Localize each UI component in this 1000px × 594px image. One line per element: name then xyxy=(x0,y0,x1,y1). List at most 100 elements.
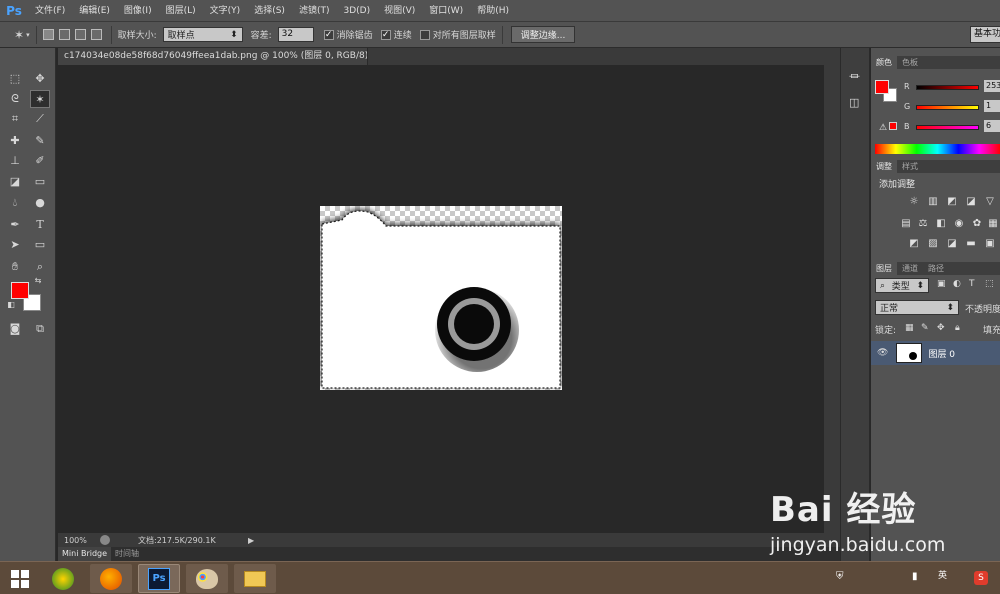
brush-tool-icon[interactable]: ✎ xyxy=(30,132,50,150)
taskbar-explorer-icon[interactable] xyxy=(234,564,276,593)
taskbar-app-360-icon[interactable] xyxy=(42,564,84,593)
eraser-tool-icon[interactable]: ◪ xyxy=(5,173,25,191)
quick-mask-icon[interactable]: ◙ xyxy=(5,320,25,338)
status-arrow-icon[interactable]: ▶ xyxy=(248,536,254,545)
default-colors-icon[interactable]: ◧ xyxy=(6,300,16,310)
menu-3d[interactable]: 3D(D) xyxy=(336,0,377,22)
screen-mode-icon[interactable]: ⧉ xyxy=(30,320,50,338)
vibrance-icon[interactable]: ▽ xyxy=(983,196,997,208)
tab-styles[interactable]: 样式 xyxy=(897,160,923,173)
history-panel-icon[interactable]: ⏛ xyxy=(849,68,860,84)
selection-mode-new-icon[interactable] xyxy=(42,29,57,40)
history-brush-tool-icon[interactable]: ✐ xyxy=(30,152,50,170)
tray-shield-icon[interactable]: ⛨ xyxy=(836,571,844,582)
brightness-contrast-icon[interactable]: ☼ xyxy=(907,196,921,208)
red-slider[interactable] xyxy=(916,85,979,90)
tab-timeline[interactable]: 时间轴 xyxy=(111,547,143,561)
blur-tool-icon[interactable]: 💧︎ xyxy=(5,194,25,212)
refine-edge-button[interactable]: 调整边缘... xyxy=(510,26,576,43)
selective-color-icon[interactable]: ▣ xyxy=(983,238,997,250)
menu-view[interactable]: 视图(V) xyxy=(377,0,422,22)
color-spectrum-bar[interactable] xyxy=(875,144,1000,154)
gradient-map-icon[interactable]: ▬ xyxy=(964,238,978,250)
black-white-icon[interactable]: ◧ xyxy=(934,218,948,230)
layer-name[interactable]: 图层 0 xyxy=(928,347,955,360)
path-selection-tool-icon[interactable]: ➤ xyxy=(5,236,25,254)
selection-mode-subtract-icon[interactable] xyxy=(74,29,89,40)
green-slider[interactable] xyxy=(916,105,979,110)
document-tab[interactable]: c174034e08de58f68d76049ffeea1dab.png @ 1… xyxy=(58,48,368,65)
exposure-icon[interactable]: ◪ xyxy=(964,196,978,208)
menu-layer[interactable]: 图层(L) xyxy=(159,0,203,22)
magic-wand-tool-icon[interactable]: ✶ xyxy=(30,90,50,108)
channel-mixer-icon[interactable]: ✿ xyxy=(970,218,984,230)
eyedropper-tool-icon[interactable]: ⟋ xyxy=(30,110,50,128)
properties-panel-icon[interactable]: ◫ xyxy=(849,96,859,109)
tab-mini-bridge[interactable]: Mini Bridge xyxy=(58,547,112,561)
ime-indicator[interactable]: 英 xyxy=(938,568,947,581)
hand-tool-icon[interactable]: ✋︎ xyxy=(5,258,25,276)
document-image[interactable] xyxy=(320,206,562,390)
sample-size-dropdown[interactable]: 取样点 ⬍ xyxy=(162,27,243,42)
move-tool-icon[interactable]: ✥ xyxy=(30,70,50,88)
menu-image[interactable]: 图像(I) xyxy=(117,0,159,22)
vertical-scrollbar[interactable] xyxy=(824,65,840,533)
blue-slider[interactable] xyxy=(916,125,979,130)
tab-color[interactable]: 颜色 xyxy=(871,56,897,69)
blue-value-input[interactable]: 6 xyxy=(984,120,1000,132)
clone-stamp-tool-icon[interactable]: ⊥ xyxy=(5,152,25,170)
filter-type-icon[interactable]: T xyxy=(969,279,975,289)
antialias-checkbox[interactable]: ✓ 消除锯齿 xyxy=(323,28,373,41)
filter-shape-icon[interactable]: ⬚ xyxy=(985,279,994,289)
photo-filter-icon[interactable]: ◉ xyxy=(952,218,966,230)
tab-swatches[interactable]: 色板 xyxy=(897,56,923,69)
layer-filter-dropdown[interactable]: ⌕ 类型 ⬍ xyxy=(875,278,929,293)
panel-foreground-swatch[interactable] xyxy=(875,80,889,94)
lock-pixels-icon[interactable]: ✎ xyxy=(921,323,929,333)
selection-mode-add-icon[interactable] xyxy=(58,29,73,40)
tolerance-input[interactable]: 32 xyxy=(277,27,314,42)
menu-type[interactable]: 文字(Y) xyxy=(203,0,248,22)
workspace-switcher-button[interactable]: 基本功 xyxy=(970,26,1000,43)
type-tool-icon[interactable]: T xyxy=(30,216,50,234)
shape-tool-icon[interactable]: ▭ xyxy=(30,236,50,254)
healing-brush-tool-icon[interactable]: ✚ xyxy=(5,132,25,150)
zoom-tool-icon[interactable]: ⌕ xyxy=(30,258,50,276)
filter-pixel-icon[interactable]: ▣ xyxy=(937,279,946,289)
magic-wand-tool-preset[interactable]: ✶ ▾ xyxy=(14,28,30,42)
posterize-icon[interactable]: ▨ xyxy=(926,238,940,250)
menu-window[interactable]: 窗口(W) xyxy=(422,0,470,22)
curves-icon[interactable]: ◩ xyxy=(945,196,959,208)
menu-edit[interactable]: 编辑(E) xyxy=(72,0,117,22)
sample-all-layers-checkbox[interactable]: 对所有图层取样 xyxy=(419,28,496,41)
lock-all-icon[interactable]: 🔒︎ xyxy=(955,323,960,333)
dodge-tool-icon[interactable]: ● xyxy=(30,194,50,212)
blend-mode-dropdown[interactable]: 正常 ⬍ xyxy=(875,300,959,315)
tray-sogou-icon[interactable]: S xyxy=(974,571,988,585)
threshold-icon[interactable]: ◪ xyxy=(945,238,959,250)
invert-icon[interactable]: ◩ xyxy=(907,238,921,250)
menu-help[interactable]: 帮助(H) xyxy=(470,0,516,22)
lock-position-icon[interactable]: ✥ xyxy=(937,323,945,333)
crop-tool-icon[interactable]: ⌗ xyxy=(5,110,25,128)
pen-tool-icon[interactable]: ✒ xyxy=(5,216,25,234)
menu-filter[interactable]: 滤镜(T) xyxy=(292,0,337,22)
hue-saturation-icon[interactable]: ▤ xyxy=(899,218,913,230)
foreground-color-swatch[interactable] xyxy=(11,282,29,299)
tab-channels[interactable]: 通道 xyxy=(897,262,923,275)
zoom-level[interactable]: 100% xyxy=(64,536,94,545)
taskbar-paint-icon[interactable] xyxy=(186,564,228,593)
filter-adjust-icon[interactable]: ◐ xyxy=(953,279,961,289)
lasso-tool-icon[interactable]: ᘓ xyxy=(5,90,25,108)
red-value-input[interactable]: 253 xyxy=(984,80,1000,92)
green-value-input[interactable]: 1 xyxy=(984,100,1000,112)
color-balance-icon[interactable]: ⚖ xyxy=(916,218,930,230)
lock-transparency-icon[interactable]: ▦ xyxy=(905,323,914,333)
start-button[interactable] xyxy=(2,564,38,593)
menu-select[interactable]: 选择(S) xyxy=(247,0,292,22)
swap-colors-icon[interactable]: ⇆ xyxy=(33,276,43,286)
selection-mode-intersect-icon[interactable] xyxy=(90,29,105,40)
tray-network-icon[interactable]: ▮ xyxy=(912,571,918,582)
tab-layers[interactable]: 图层 xyxy=(871,262,897,275)
color-lookup-icon[interactable]: ▦ xyxy=(986,218,1000,230)
